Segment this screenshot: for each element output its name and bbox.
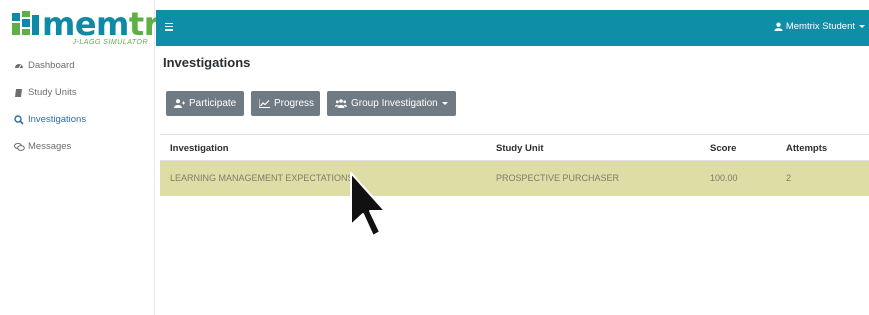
investigations-table: Investigation Study Unit Score Attempts …: [160, 134, 869, 196]
table-row[interactable]: LEARNING MANAGEMENT EXPECTATIONS PROSPEC…: [160, 161, 869, 196]
hamburger-menu-icon[interactable]: [165, 21, 179, 35]
sidebar-item-label: Messages: [28, 141, 72, 152]
brand-logo[interactable]: memtrix J-LAGG SIMULATOR: [12, 8, 190, 50]
sidebar-item-label: Dashboard: [28, 60, 75, 71]
memtrix-logo-icon: [12, 11, 39, 35]
sidebar-item-study-units[interactable]: Study Units: [0, 79, 155, 106]
column-header-attempts[interactable]: Attempts: [786, 143, 827, 154]
users-icon: [335, 99, 347, 108]
cell-score: 100.00: [710, 173, 738, 183]
page-title: Investigations: [163, 55, 251, 70]
participate-button[interactable]: Participate: [166, 91, 244, 116]
app-window: memtrix J-LAGG SIMULATOR Dashboard Study…: [0, 0, 869, 315]
main-content: Investigations Participate Progress Grou…: [156, 46, 869, 315]
top-navbar: Memtrix Student: [156, 10, 869, 46]
sidebar-nav: Dashboard Study Units Investigations Mes…: [0, 52, 155, 160]
sidebar-item-investigations[interactable]: Investigations: [0, 106, 155, 133]
book-icon: [13, 87, 25, 99]
brand-subtitle: J-LAGG SIMULATOR: [72, 39, 148, 46]
user-name: Memtrix Student: [785, 21, 855, 32]
group-investigation-button[interactable]: Group Investigation: [327, 91, 456, 116]
sidebar-item-dashboard[interactable]: Dashboard: [0, 52, 155, 79]
sidebar-item-messages[interactable]: Messages: [0, 133, 155, 160]
search-icon: [13, 114, 25, 126]
line-chart-icon: [259, 99, 270, 108]
sidebar-item-label: Study Units: [28, 87, 77, 98]
user-icon: [774, 22, 783, 31]
chevron-down-icon: [859, 25, 865, 28]
column-header-investigation[interactable]: Investigation: [170, 143, 229, 154]
cell-study-unit: PROSPECTIVE PURCHASER: [496, 173, 620, 183]
dashboard-icon: [13, 60, 25, 72]
chevron-down-icon: [441, 102, 448, 105]
progress-button[interactable]: Progress: [251, 91, 320, 116]
user-menu-dropdown[interactable]: Memtrix Student: [774, 21, 865, 32]
cell-investigation: LEARNING MANAGEMENT EXPECTATIONS: [170, 173, 354, 183]
sidebar-item-label: Investigations: [28, 114, 87, 125]
table-header: Investigation Study Unit Score Attempts: [160, 134, 869, 161]
column-header-study-unit[interactable]: Study Unit: [496, 143, 544, 154]
sidebar: memtrix J-LAGG SIMULATOR Dashboard Study…: [0, 0, 190, 315]
user-plus-icon: [174, 99, 185, 108]
column-header-score[interactable]: Score: [710, 143, 736, 154]
cell-attempts: 2: [786, 173, 792, 183]
chat-icon: [13, 141, 25, 153]
